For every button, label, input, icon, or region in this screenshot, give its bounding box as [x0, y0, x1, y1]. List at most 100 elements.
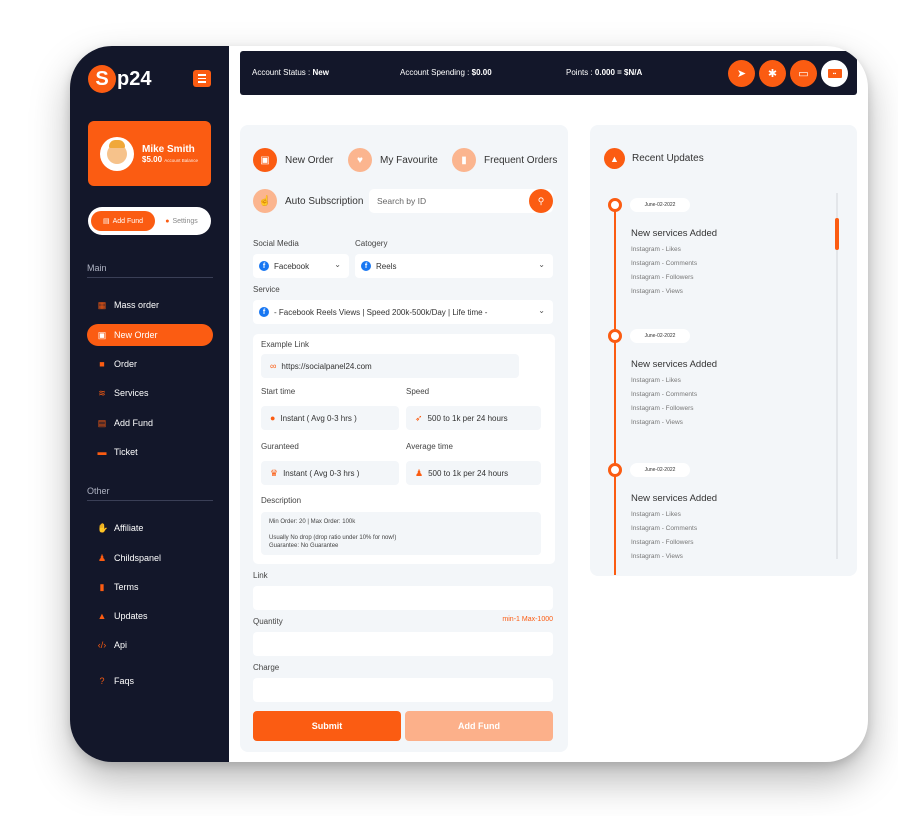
sidebar-item-mass-order[interactable]: ▦ Mass order: [87, 294, 213, 316]
tab-label: Frequent Orders: [484, 154, 558, 166]
sidebar-item-new-order[interactable]: ▣ New Order: [87, 324, 213, 346]
speed-value: 500 to 1k per 24 hours: [427, 413, 508, 423]
recent-updates-panel: ▲ Recent Updates June-02-2022 New service…: [590, 125, 857, 576]
link-icon: ∞: [270, 361, 277, 371]
start-time-label: Start time: [261, 387, 296, 396]
sidebar-item-label: Ticket: [114, 447, 138, 457]
gear-icon[interactable]: ✱: [759, 60, 786, 87]
tab-label: New Order: [285, 154, 334, 166]
sidebar-item-affiliate[interactable]: ✋ Affiliate: [87, 517, 213, 539]
timeline-dot: [608, 198, 622, 212]
profile-card: Mike Smith $5.00 Account Balance: [88, 121, 211, 186]
charge-input[interactable]: [253, 678, 553, 702]
tab-frequent-orders[interactable]: ▮ Frequent Orders: [452, 148, 557, 172]
guaranteed-value: Instant ( Avg 0-3 hrs ): [283, 468, 360, 478]
update-line: Instagram - Followers: [631, 539, 694, 546]
timeline-line: [614, 203, 616, 575]
flag-icon: ▪▪: [827, 69, 842, 78]
speed-box: ➶ 500 to 1k per 24 hours: [406, 406, 541, 430]
guaranteed-box: ♛ Instant ( Avg 0-3 hrs ): [261, 461, 399, 485]
wallet-icon: ▤: [103, 218, 110, 225]
update-line: Instagram - Likes: [631, 377, 681, 384]
ticket-icon: ▬: [97, 447, 107, 457]
account-balance: $5.00: [142, 154, 163, 164]
sidebar-item-ticket[interactable]: ▬ Ticket: [87, 441, 213, 463]
logo[interactable]: S p24: [88, 64, 151, 94]
account-status: Account Status : New: [252, 68, 329, 77]
points-label: Points :: [566, 68, 593, 77]
quantity-input[interactable]: [253, 632, 553, 656]
add-fund-button[interactable]: Add Fund: [405, 711, 553, 741]
money-icon[interactable]: ▭: [790, 60, 817, 87]
sidebar-item-updates[interactable]: ▲ Updates: [87, 605, 213, 627]
menu-toggle-icon[interactable]: [193, 70, 211, 87]
logo-mark: S: [88, 65, 116, 93]
service-info-card: Example Link ∞ https://socialpanel24.com …: [253, 334, 555, 564]
add-fund-toggle-button[interactable]: ▤ Add Fund: [91, 211, 155, 231]
update-line: Instagram - Views: [631, 553, 683, 560]
sidebar-item-label: Services: [114, 388, 149, 398]
tab-label: My Favourite: [380, 154, 438, 166]
heart-icon: ♥: [348, 148, 372, 172]
fund-settings-toggle: ▤ Add Fund ● Settings: [88, 207, 211, 235]
settings-toggle-label: Settings: [172, 217, 198, 225]
category-label: Catogery: [355, 239, 388, 248]
submit-button[interactable]: Submit: [253, 711, 401, 741]
search-input[interactable]: [377, 196, 527, 206]
update-line: Instagram - Likes: [631, 246, 681, 253]
new-order-panel: ▣ New Order ♥ My Favourite ▮ Frequent Order…: [240, 125, 568, 752]
update-line: Instagram - Comments: [631, 525, 698, 532]
description-box: Min Order: 20 | Max Order: 100k Usually …: [261, 512, 541, 555]
service-select[interactable]: f - Facebook Reels Views | Speed 200k-500…: [253, 300, 553, 324]
link-input[interactable]: [253, 586, 553, 610]
update-date: June-02-2022: [630, 463, 690, 477]
average-time-value: 500 to 1k per 24 hours: [428, 468, 509, 478]
category-value: Reels: [376, 261, 397, 271]
scrollbar-thumb[interactable]: [835, 218, 839, 250]
sidebar-item-label: Add Fund: [114, 418, 154, 428]
update-line: Instagram - Likes: [631, 511, 681, 518]
settings-toggle-button[interactable]: ● Settings: [155, 218, 208, 225]
sidebar-item-label: Terms: [114, 582, 139, 592]
telegram-icon[interactable]: ➤: [728, 60, 755, 87]
sidebar-item-faqs[interactable]: ? Faqs: [87, 670, 213, 692]
users-icon: ♟: [415, 467, 424, 478]
update-title: New services Added: [631, 228, 718, 239]
tab-auto-subscription[interactable]: ☝ Auto Subscription: [253, 189, 363, 213]
sidebar-item-api[interactable]: ‹/› Api: [87, 634, 213, 656]
section-title-other: Other: [87, 486, 110, 496]
balance-caption: Account Balance: [164, 157, 199, 163]
sidebar-item-add-fund[interactable]: ▤ Add Fund: [87, 412, 213, 434]
account-status-label: Account Status :: [252, 68, 311, 77]
sidebar-item-order[interactable]: ■ Order: [87, 353, 213, 375]
category-select[interactable]: f Reels ⌄: [355, 254, 553, 278]
sidebar-item-services[interactable]: ≋ Services: [87, 382, 213, 404]
stopwatch-icon: ●: [270, 413, 276, 423]
quantity-label: Quantity: [253, 617, 283, 626]
timeline-dot: [608, 329, 622, 343]
tab-label: Auto Subscription: [285, 195, 364, 207]
update-line: Instagram - Views: [631, 288, 683, 295]
search-by-id: ⚲: [369, 189, 553, 213]
sidebar-item-childspanel[interactable]: ♟ Childspanel: [87, 547, 213, 569]
update-date: June-02-2022: [630, 329, 690, 343]
start-time-value: Instant ( Avg 0-3 hrs ): [280, 413, 357, 423]
recent-updates-header: ▲ Recent Updates: [604, 148, 704, 169]
sidebar-item-label: Order: [114, 359, 138, 369]
sidebar-item-label: Api: [114, 640, 128, 650]
search-icon[interactable]: ⚲: [529, 189, 553, 213]
link-label: Link: [253, 571, 268, 580]
wallet-icon: ▤: [97, 417, 107, 428]
speed-label: Speed: [406, 387, 430, 396]
update-line: Instagram - Views: [631, 419, 683, 426]
document-icon: ▮: [99, 581, 105, 592]
charge-label: Charge: [253, 663, 280, 672]
points-value: 0.000 = $N/A: [594, 68, 643, 77]
social-media-select[interactable]: f Facebook ⌄: [253, 254, 349, 278]
divider: [87, 277, 213, 278]
tab-new-order[interactable]: ▣ New Order: [253, 148, 333, 172]
sidebar-item-terms[interactable]: ▮ Terms: [87, 576, 213, 598]
tab-my-favourite[interactable]: ♥ My Favourite: [348, 148, 438, 172]
question-icon: ?: [99, 676, 105, 686]
language-button[interactable]: ▪▪: [821, 60, 848, 87]
